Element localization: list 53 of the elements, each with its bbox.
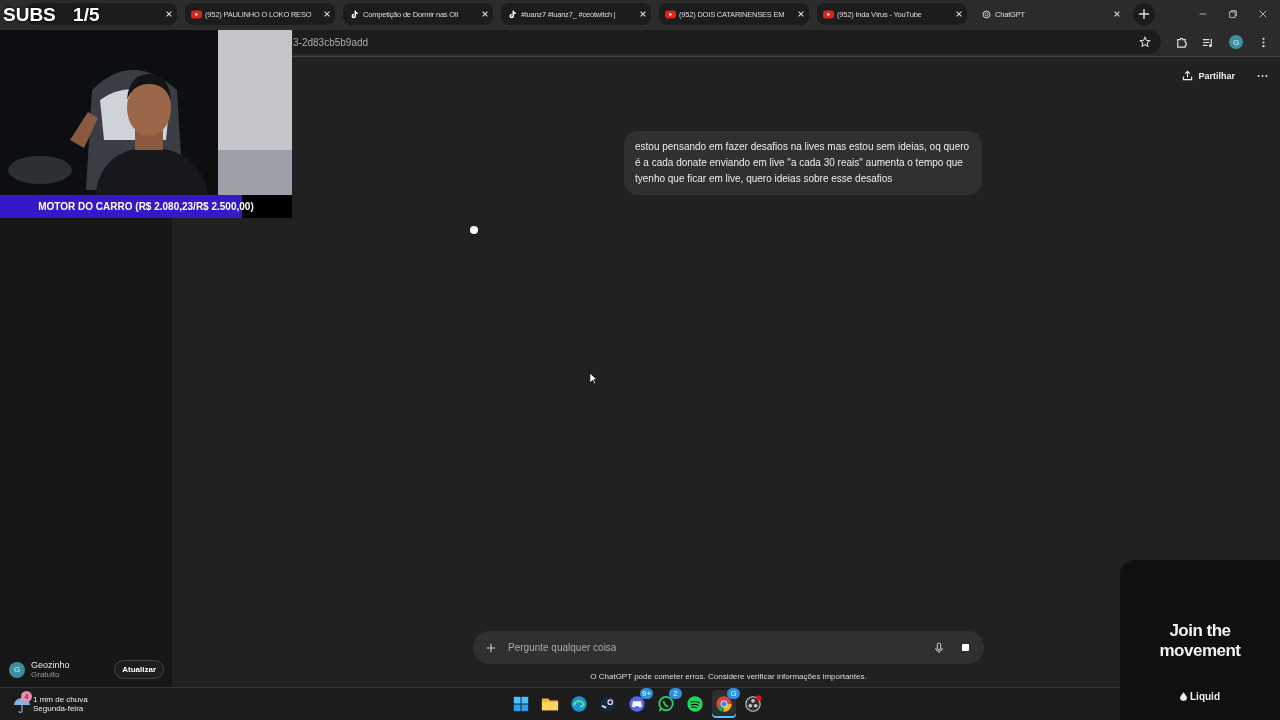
close-icon[interactable] [1258, 9, 1268, 19]
windows-icon [512, 695, 530, 713]
close-icon[interactable] [639, 10, 647, 18]
user-plan: Gratuito [31, 670, 61, 679]
restore-icon[interactable] [1228, 9, 1238, 19]
share-button[interactable]: Partilhar [1176, 69, 1241, 82]
spotify-icon [686, 695, 704, 713]
record-icon [744, 695, 762, 713]
address-bar[interactable]: 3-2d83cb5b9add [293, 30, 1161, 54]
note-icon [349, 9, 360, 19]
app-badge: G [727, 688, 740, 699]
subs-counter: SUBS 1/5 [3, 4, 100, 26]
app-badge: 9+ [640, 688, 653, 699]
phone-bubble-icon [657, 695, 675, 713]
close-icon[interactable] [1113, 10, 1121, 18]
weather-text: 1 mm de chuva [33, 695, 88, 704]
puzzle-icon[interactable] [1175, 35, 1188, 49]
upgrade-button[interactable]: Atualizar [114, 660, 164, 679]
play-icon [665, 9, 676, 19]
pointer-icon [589, 372, 598, 385]
knot-icon [981, 9, 992, 19]
profile-avatar[interactable]: G [1229, 35, 1243, 49]
typing-indicator [470, 226, 478, 234]
microphone-icon[interactable] [934, 641, 944, 654]
message-input[interactable]: Pergunte qualquer coisa [506, 641, 924, 654]
url-text: 3-2d83cb5b9add [293, 36, 370, 48]
steam-icon [599, 695, 617, 713]
ad-headline: Join the movement [1158, 621, 1242, 661]
disclaimer-text: O ChatGPT pode cometer erros. Considere verificar informações importantes. [590, 671, 867, 683]
wave-icon [570, 695, 588, 713]
play-icon [191, 9, 202, 19]
star-icon[interactable] [1139, 36, 1151, 48]
app-badge: 2 [669, 688, 682, 699]
drop-icon [1180, 692, 1187, 701]
plus-icon[interactable] [486, 642, 496, 653]
close-icon[interactable] [797, 10, 805, 18]
controller-icon [628, 695, 646, 713]
user-avatar: G [9, 661, 25, 678]
close-icon[interactable] [955, 10, 963, 18]
user-message: estou pensando em fazer desafios na lives mas estou sem ideias, oq quero é a cada donate enviando em live "a cada 30 reais" aumenta o tempo que tyenho que ficar em live, quero ideias sobre esse desafios [624, 131, 982, 195]
message-field[interactable]: Pergunte qualquer coisa [473, 631, 984, 664]
more-icon[interactable] [1257, 73, 1268, 78]
note-icon [507, 9, 518, 19]
user-name: Geozinho [31, 660, 71, 670]
new-tab-icon[interactable] [1133, 3, 1155, 25]
share-icon [1182, 70, 1194, 81]
ad-brand: Liquid [1190, 691, 1220, 702]
play-icon [823, 9, 834, 19]
chrome-icon [715, 695, 733, 713]
close-icon[interactable] [165, 10, 173, 18]
weather-day: Segunda-feira [33, 704, 88, 713]
close-icon[interactable] [323, 10, 331, 18]
close-icon[interactable] [481, 10, 489, 18]
